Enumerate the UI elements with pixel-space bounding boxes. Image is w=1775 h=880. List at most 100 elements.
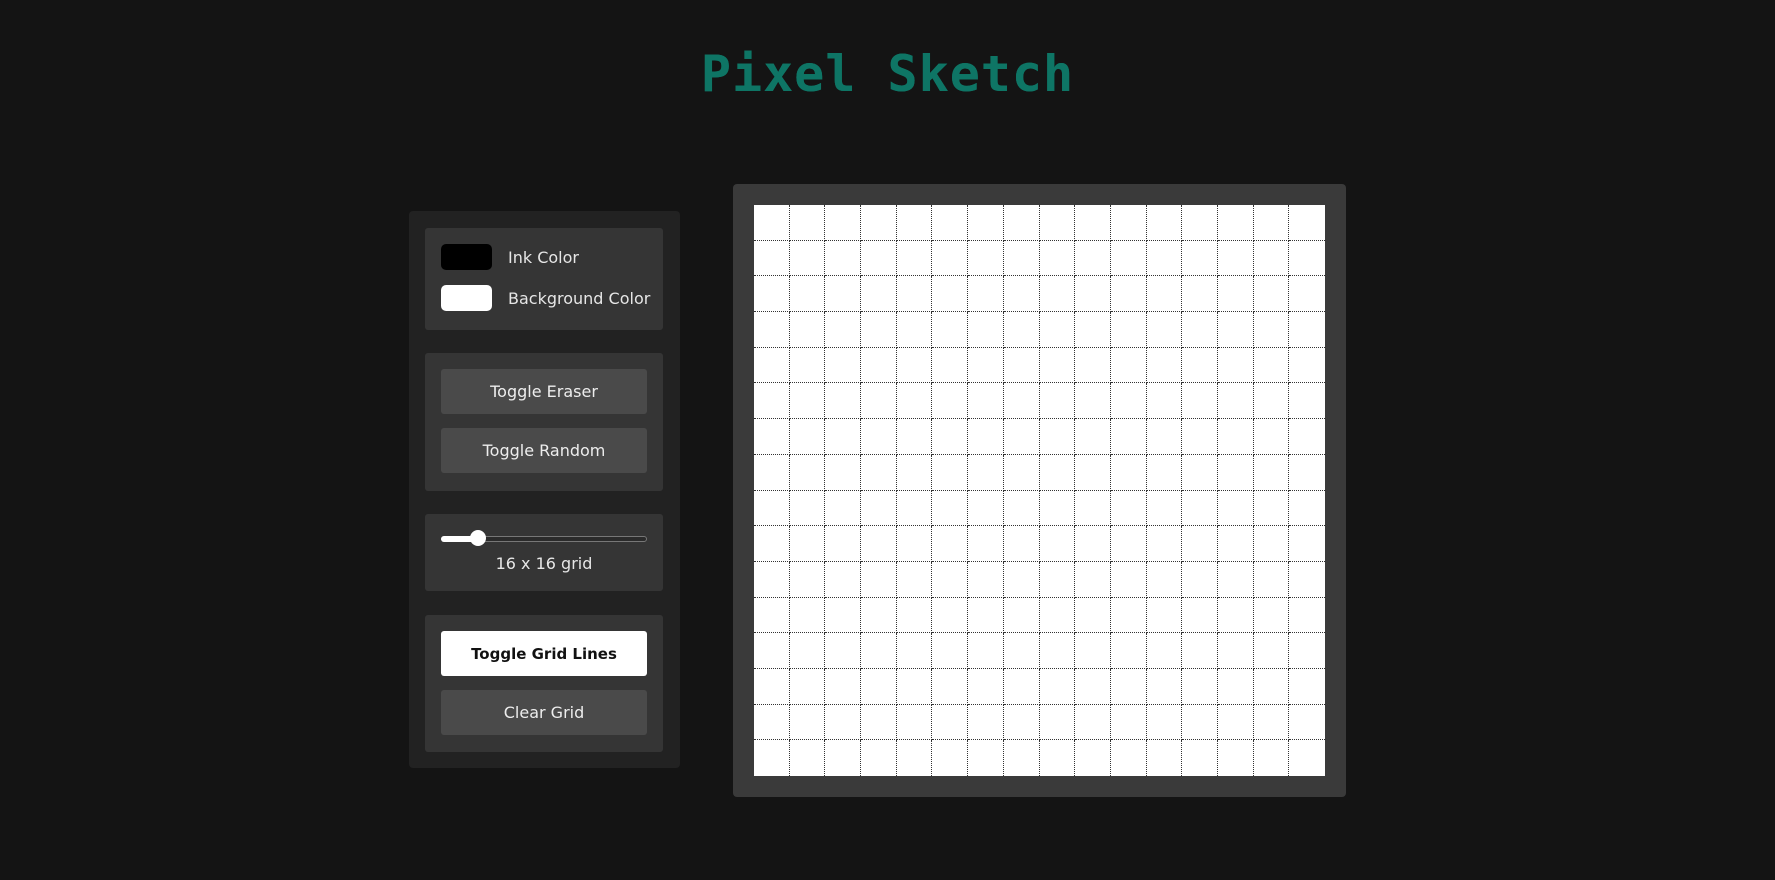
grid-cell[interactable] (1289, 419, 1325, 455)
grid-cell[interactable] (861, 704, 897, 741)
grid-cell[interactable] (1182, 312, 1218, 348)
grid-cell[interactable] (1182, 240, 1218, 277)
grid-cell[interactable] (861, 633, 897, 669)
grid-cell[interactable] (1289, 491, 1325, 527)
grid-cell[interactable] (1075, 347, 1111, 384)
grid-cell[interactable] (1003, 240, 1040, 277)
grid-cell[interactable] (1253, 668, 1290, 705)
grid-cell[interactable] (1039, 312, 1076, 348)
grid-cell[interactable] (1110, 454, 1147, 491)
grid-cell[interactable] (861, 240, 897, 277)
grid-cell[interactable] (754, 383, 790, 420)
grid-cell[interactable] (1289, 598, 1325, 634)
grid-cell[interactable] (1182, 383, 1218, 420)
grid-cell[interactable] (1253, 276, 1290, 313)
grid-cell[interactable] (1146, 205, 1183, 241)
grid-size-slider[interactable] (441, 530, 647, 546)
grid-cell[interactable] (861, 205, 897, 241)
grid-cell[interactable] (1039, 668, 1076, 705)
grid-cell[interactable] (968, 454, 1004, 491)
grid-cell[interactable] (1289, 348, 1325, 384)
grid-cell[interactable] (1110, 347, 1147, 384)
grid-cell[interactable] (968, 347, 1004, 384)
grid-cell[interactable] (1146, 704, 1183, 741)
grid-cell[interactable] (1289, 669, 1325, 705)
grid-cell[interactable] (754, 205, 790, 241)
grid-cell[interactable] (861, 597, 897, 634)
grid-cell[interactable] (1004, 740, 1040, 776)
grid-cell[interactable] (1217, 597, 1254, 634)
grid-cell[interactable] (897, 740, 933, 776)
grid-cell[interactable] (1289, 526, 1325, 562)
grid-cell[interactable] (825, 597, 862, 634)
grid-cell[interactable] (1182, 347, 1218, 384)
grid-cell[interactable] (754, 740, 790, 776)
grid-cell[interactable] (754, 347, 790, 384)
grid-cell[interactable] (1075, 454, 1111, 491)
grid-cell[interactable] (861, 490, 897, 527)
grid-cell[interactable] (1253, 526, 1290, 562)
grid-cell[interactable] (1039, 205, 1076, 241)
grid-cell[interactable] (754, 419, 790, 455)
grid-cell[interactable] (754, 454, 790, 491)
grid-cell[interactable] (1217, 419, 1254, 455)
grid-cell[interactable] (1253, 561, 1290, 598)
grid-cell[interactable] (1289, 633, 1325, 669)
grid-cell[interactable] (825, 668, 862, 705)
grid-cell[interactable] (754, 561, 790, 598)
pixel-grid[interactable] (754, 205, 1325, 776)
background-color-swatch[interactable] (441, 285, 492, 311)
grid-cell[interactable] (1146, 454, 1183, 491)
grid-cell[interactable] (1110, 704, 1147, 741)
grid-cell[interactable] (1039, 276, 1076, 313)
grid-cell[interactable] (1218, 740, 1254, 776)
grid-cell[interactable] (1075, 205, 1111, 241)
grid-cell[interactable] (1289, 455, 1325, 491)
grid-cell[interactable] (1003, 561, 1040, 598)
grid-cell[interactable] (1039, 240, 1076, 277)
grid-cell[interactable] (1217, 276, 1254, 313)
grid-cell[interactable] (861, 526, 897, 562)
grid-cell[interactable] (1110, 668, 1147, 705)
grid-cell[interactable] (1003, 704, 1040, 741)
grid-cell[interactable] (1039, 347, 1076, 384)
grid-cell[interactable] (825, 240, 862, 277)
grid-cell[interactable] (1146, 490, 1183, 527)
grid-cell[interactable] (754, 526, 790, 562)
grid-cell[interactable] (1039, 454, 1076, 491)
grid-cell[interactable] (789, 561, 826, 598)
grid-cell[interactable] (1146, 597, 1183, 634)
grid-cell[interactable] (825, 561, 862, 598)
grid-cell[interactable] (1289, 241, 1325, 277)
grid-cell[interactable] (896, 668, 933, 705)
grid-cell[interactable] (825, 490, 862, 527)
grid-cell[interactable] (932, 704, 969, 741)
grid-cell[interactable] (1003, 347, 1040, 384)
toggle-grid-lines-button[interactable]: Toggle Grid Lines (441, 631, 647, 676)
grid-cell[interactable] (754, 240, 790, 277)
grid-cell[interactable] (789, 597, 826, 634)
grid-cell[interactable] (896, 419, 933, 455)
grid-cell[interactable] (1003, 633, 1040, 669)
grid-cell[interactable] (861, 740, 897, 776)
grid-cell[interactable] (1039, 526, 1076, 562)
grid-cell[interactable] (1289, 383, 1325, 420)
grid-cell[interactable] (932, 276, 969, 313)
toggle-eraser-button[interactable]: Toggle Eraser (441, 369, 647, 414)
grid-cell[interactable] (789, 454, 826, 491)
grid-cell[interactable] (1003, 419, 1040, 455)
grid-cell[interactable] (1110, 205, 1147, 241)
grid-cell[interactable] (1075, 276, 1111, 313)
grid-cell[interactable] (825, 419, 862, 455)
grid-cell[interactable] (932, 490, 969, 527)
grid-cell[interactable] (1146, 561, 1183, 598)
grid-cell[interactable] (789, 668, 826, 705)
grid-cell[interactable] (932, 347, 969, 384)
grid-cell[interactable] (1253, 633, 1290, 669)
grid-cell[interactable] (1253, 383, 1290, 420)
grid-cell[interactable] (932, 205, 969, 241)
grid-cell[interactable] (1146, 668, 1183, 705)
grid-cell[interactable] (825, 633, 862, 669)
grid-cell[interactable] (1182, 454, 1218, 491)
grid-cell[interactable] (1075, 740, 1111, 776)
